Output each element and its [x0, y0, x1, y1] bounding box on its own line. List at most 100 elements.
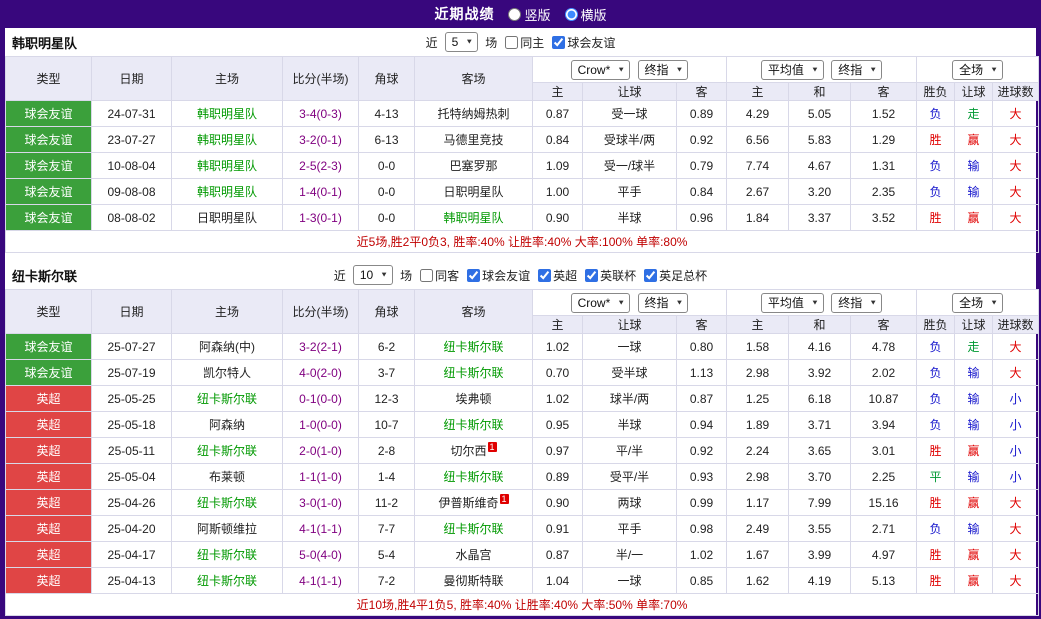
away-team-name: 纽卡斯尔联 [443, 522, 503, 536]
filter-checkbox[interactable]: 球会友谊 [467, 267, 530, 284]
checkbox-input[interactable] [538, 269, 551, 282]
average-select[interactable]: 平均值▼ [761, 293, 824, 313]
full-match-select[interactable]: 全场▼ [952, 60, 1003, 80]
col-header-away: 客场 [415, 57, 533, 101]
odds-away: 1.02 [677, 542, 727, 568]
radio-input[interactable] [565, 8, 578, 21]
checkbox-input[interactable] [467, 269, 480, 282]
layout-radio-vertical[interactable]: 竖版 [508, 5, 550, 24]
average-time-select[interactable]: 终指▼ [831, 293, 882, 313]
result-win-loss: 负 [917, 360, 955, 386]
average-time-select[interactable]: 终指▼ [831, 60, 882, 80]
odds-source-select[interactable]: Crow*▼ [571, 293, 631, 313]
match-date: 25-05-11 [92, 438, 172, 464]
section-header: 纽卡斯尔联 近10▼场同客球会友谊英超英联杯英足总杯 [5, 261, 1036, 289]
league-type-badge: 球会友谊 [6, 127, 92, 153]
checkbox-input[interactable] [644, 269, 657, 282]
result-handicap: 输 [955, 516, 993, 542]
avg-draw: 3.71 [789, 412, 851, 438]
result-win-loss: 负 [917, 334, 955, 360]
avg-home: 2.67 [727, 179, 789, 205]
filter-checkbox[interactable]: 英联杯 [585, 267, 636, 284]
chevron-down-icon: ▼ [676, 63, 684, 77]
odds-group-header: Crow*▼ 终指▼ [533, 57, 727, 83]
match-count-select[interactable]: 10▼ [353, 265, 393, 285]
result-win-loss: 负 [917, 153, 955, 179]
filter-checkbox[interactable]: 球会友谊 [552, 34, 615, 51]
match-date: 25-04-26 [92, 490, 172, 516]
checkbox-input[interactable] [552, 36, 565, 49]
league-type-badge: 球会友谊 [6, 179, 92, 205]
match-row: 球会友谊25-07-27阿森纳(中)3-2(2-1)6-2纽卡斯尔联1.02一球… [6, 334, 1039, 360]
radio-input[interactable] [508, 8, 521, 21]
odds-away: 0.87 [677, 386, 727, 412]
recent-results-table: 类型 日期 主场 比分(半场) 角球 客场 Crow*▼ 终指▼ 平均值▼ 终指… [5, 56, 1039, 253]
match-count-select[interactable]: 5▼ [445, 32, 479, 52]
col-header-odds-handicap: 让球 [583, 316, 677, 334]
away-team-name: 纽卡斯尔联 [443, 340, 503, 354]
filter-checkbox[interactable]: 同主 [505, 34, 544, 51]
away-team-name: 日职明星队 [443, 185, 503, 199]
away-team-name: 伊普斯维奇 [438, 496, 498, 510]
average-select[interactable]: 平均值▼ [761, 60, 824, 80]
result-win-loss: 胜 [917, 568, 955, 594]
away-team-name: 巴塞罗那 [449, 159, 497, 173]
odds-home: 0.97 [533, 438, 583, 464]
odds-time-select[interactable]: 终指▼ [638, 293, 689, 313]
odds-away: 0.92 [677, 438, 727, 464]
radio-label: 横版 [581, 5, 607, 24]
home-team-name: 纽卡斯尔联 [197, 496, 257, 510]
corner-score: 0-0 [359, 179, 415, 205]
result-goals: 大 [993, 360, 1039, 386]
result-handicap: 赢 [955, 490, 993, 516]
checkbox-label: 同客 [435, 267, 459, 284]
filter-checkbox[interactable]: 同客 [420, 267, 459, 284]
checkbox-input[interactable] [585, 269, 598, 282]
avg-draw: 6.18 [789, 386, 851, 412]
col-header-odds-away: 客 [677, 83, 727, 101]
checkbox-label: 同主 [520, 34, 544, 51]
result-handicap: 输 [955, 464, 993, 490]
match-row: 球会友谊09-08-08韩职明星队1-4(0-1)0-0日职明星队1.00平手0… [6, 179, 1039, 205]
corner-score: 7-7 [359, 516, 415, 542]
away-team: 巴塞罗那 [415, 153, 533, 179]
odds-source-select[interactable]: Crow*▼ [571, 60, 631, 80]
match-row: 英超25-05-11纽卡斯尔联2-0(1-0)2-8切尔西10.97平/半0.9… [6, 438, 1039, 464]
corner-score: 1-4 [359, 464, 415, 490]
result-win-loss: 胜 [917, 438, 955, 464]
result-handicap: 输 [955, 360, 993, 386]
chevron-down-icon: ▼ [380, 268, 388, 282]
odds-home: 0.95 [533, 412, 583, 438]
avg-away: 2.71 [851, 516, 917, 542]
checkbox-label: 球会友谊 [482, 267, 530, 284]
corner-score: 2-8 [359, 438, 415, 464]
odds-away: 0.92 [677, 127, 727, 153]
home-team-name: 韩职明星队 [197, 133, 257, 147]
odds-time-select[interactable]: 终指▼ [638, 60, 689, 80]
col-header-score: 比分(半场) [283, 290, 359, 334]
filter-checkbox[interactable]: 英足总杯 [644, 267, 707, 284]
match-row: 英超25-04-26纽卡斯尔联3-0(1-0)11-2伊普斯维奇10.90两球0… [6, 490, 1039, 516]
odds-home: 0.87 [533, 101, 583, 127]
result-win-loss: 负 [917, 179, 955, 205]
chevron-down-icon: ▼ [990, 296, 998, 310]
avg-home: 1.67 [727, 542, 789, 568]
checkbox-input[interactable] [505, 36, 518, 49]
layout-radio-horizontal[interactable]: 横版 [565, 5, 607, 24]
home-team: 韩职明星队 [172, 153, 283, 179]
filter-checkbox[interactable]: 英超 [538, 267, 577, 284]
checkbox-input[interactable] [420, 269, 433, 282]
select-value: 平均值 [768, 295, 804, 311]
odds-handicap: 半球 [583, 412, 677, 438]
full-match-select[interactable]: 全场▼ [952, 293, 1003, 313]
avg-home: 2.24 [727, 438, 789, 464]
col-header-win-loss: 胜负 [917, 83, 955, 101]
avg-draw: 3.99 [789, 542, 851, 568]
avg-home: 2.49 [727, 516, 789, 542]
result-goals: 小 [993, 386, 1039, 412]
result-handicap: 赢 [955, 438, 993, 464]
checkbox-label: 球会友谊 [567, 34, 615, 51]
col-header-avg-draw: 和 [789, 83, 851, 101]
result-win-loss: 负 [917, 412, 955, 438]
away-team: 纽卡斯尔联 [415, 360, 533, 386]
